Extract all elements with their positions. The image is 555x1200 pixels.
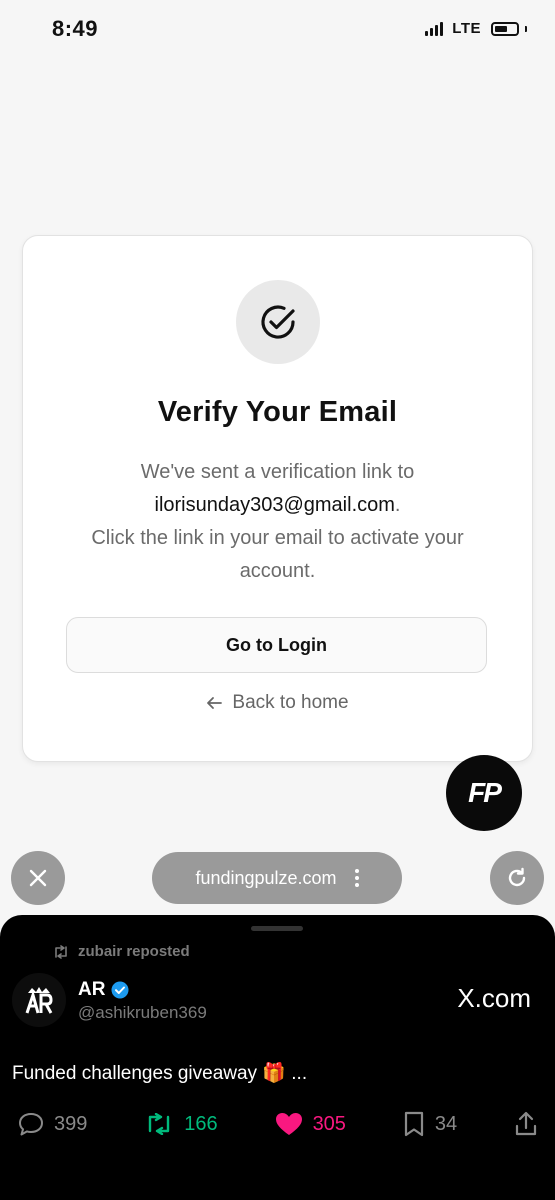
- repost-context: zubair reposted: [52, 943, 190, 960]
- bookmark-count: 34: [434, 1112, 458, 1135]
- network-type: LTE: [452, 20, 481, 37]
- reposted-by: zubair reposted: [78, 943, 190, 960]
- fab-label: FP: [468, 777, 502, 808]
- like-button[interactable]: 305: [275, 1112, 346, 1136]
- verify-email-card: Verify Your Email We've sent a verificat…: [22, 235, 533, 762]
- close-icon: [29, 869, 47, 887]
- repost-count: 166: [184, 1112, 218, 1135]
- close-button[interactable]: [11, 851, 65, 905]
- more-options-icon[interactable]: [354, 869, 359, 887]
- author-name-row: AR: [78, 979, 129, 1001]
- reply-count: 399: [54, 1112, 88, 1135]
- go-to-login-button[interactable]: Go to Login: [66, 617, 487, 673]
- email-suffix: .: [394, 494, 401, 516]
- bookmark-button[interactable]: 34: [403, 1111, 457, 1137]
- ar-logo-icon: [25, 987, 53, 1014]
- url-bar[interactable]: fundingpulze.com: [152, 852, 402, 904]
- share-button[interactable]: [514, 1111, 538, 1137]
- page-title: Verify Your Email: [157, 396, 398, 428]
- reload-button[interactable]: [490, 851, 544, 905]
- repost-icon: [55, 944, 67, 959]
- reload-icon: [508, 867, 526, 887]
- email-address: ilorisunday303@gmail.com: [154, 494, 395, 516]
- email-line: ilorisunday303@gmail.com.: [63, 489, 492, 522]
- check-circle-icon: [236, 280, 320, 364]
- heart-icon: [275, 1113, 302, 1135]
- status-indicators: LTE: [425, 20, 527, 37]
- tweet-sheet: zubair reposted AR @ashikruben369 X.com …: [0, 915, 555, 1200]
- reply-icon: [19, 1113, 43, 1136]
- back-to-home-label: Back to home: [232, 692, 349, 713]
- battery-tip: [525, 25, 527, 32]
- url-text: fundingpulze.com: [195, 867, 337, 888]
- message-line-1: We've sent a verification link to: [140, 461, 415, 483]
- avatar[interactable]: [12, 973, 66, 1027]
- status-bar: 8:49 LTE: [0, 0, 555, 60]
- tweet-text: Funded challenges giveaway 🎁 ...: [12, 1063, 308, 1084]
- fundingpulze-fab[interactable]: FP: [446, 755, 522, 831]
- sheet-drag-handle[interactable]: [251, 926, 303, 931]
- verified-badge-icon: [111, 981, 129, 999]
- reply-button[interactable]: 399: [18, 1112, 87, 1136]
- battery-icon: [491, 21, 519, 36]
- verification-message: We've sent a verification link to iloris…: [63, 456, 492, 588]
- author-name[interactable]: AR: [78, 979, 105, 1001]
- tweet-actions: 399 166 305 34: [18, 1111, 538, 1137]
- x-site-label: X.com: [457, 983, 531, 1013]
- back-to-home-link[interactable]: Back to home: [23, 692, 532, 714]
- author-handle[interactable]: @ashikruben369: [78, 1003, 207, 1023]
- arrow-left-icon: [207, 697, 223, 709]
- status-time: 8:49: [52, 16, 99, 41]
- share-icon: [515, 1111, 537, 1136]
- repost-button[interactable]: 166: [144, 1112, 218, 1136]
- repost-icon: [149, 1113, 170, 1135]
- bookmark-icon: [404, 1111, 423, 1137]
- like-count: 305: [312, 1112, 346, 1135]
- message-line-2: Click the link in your email to activate…: [91, 527, 464, 582]
- signal-icon: [425, 21, 444, 36]
